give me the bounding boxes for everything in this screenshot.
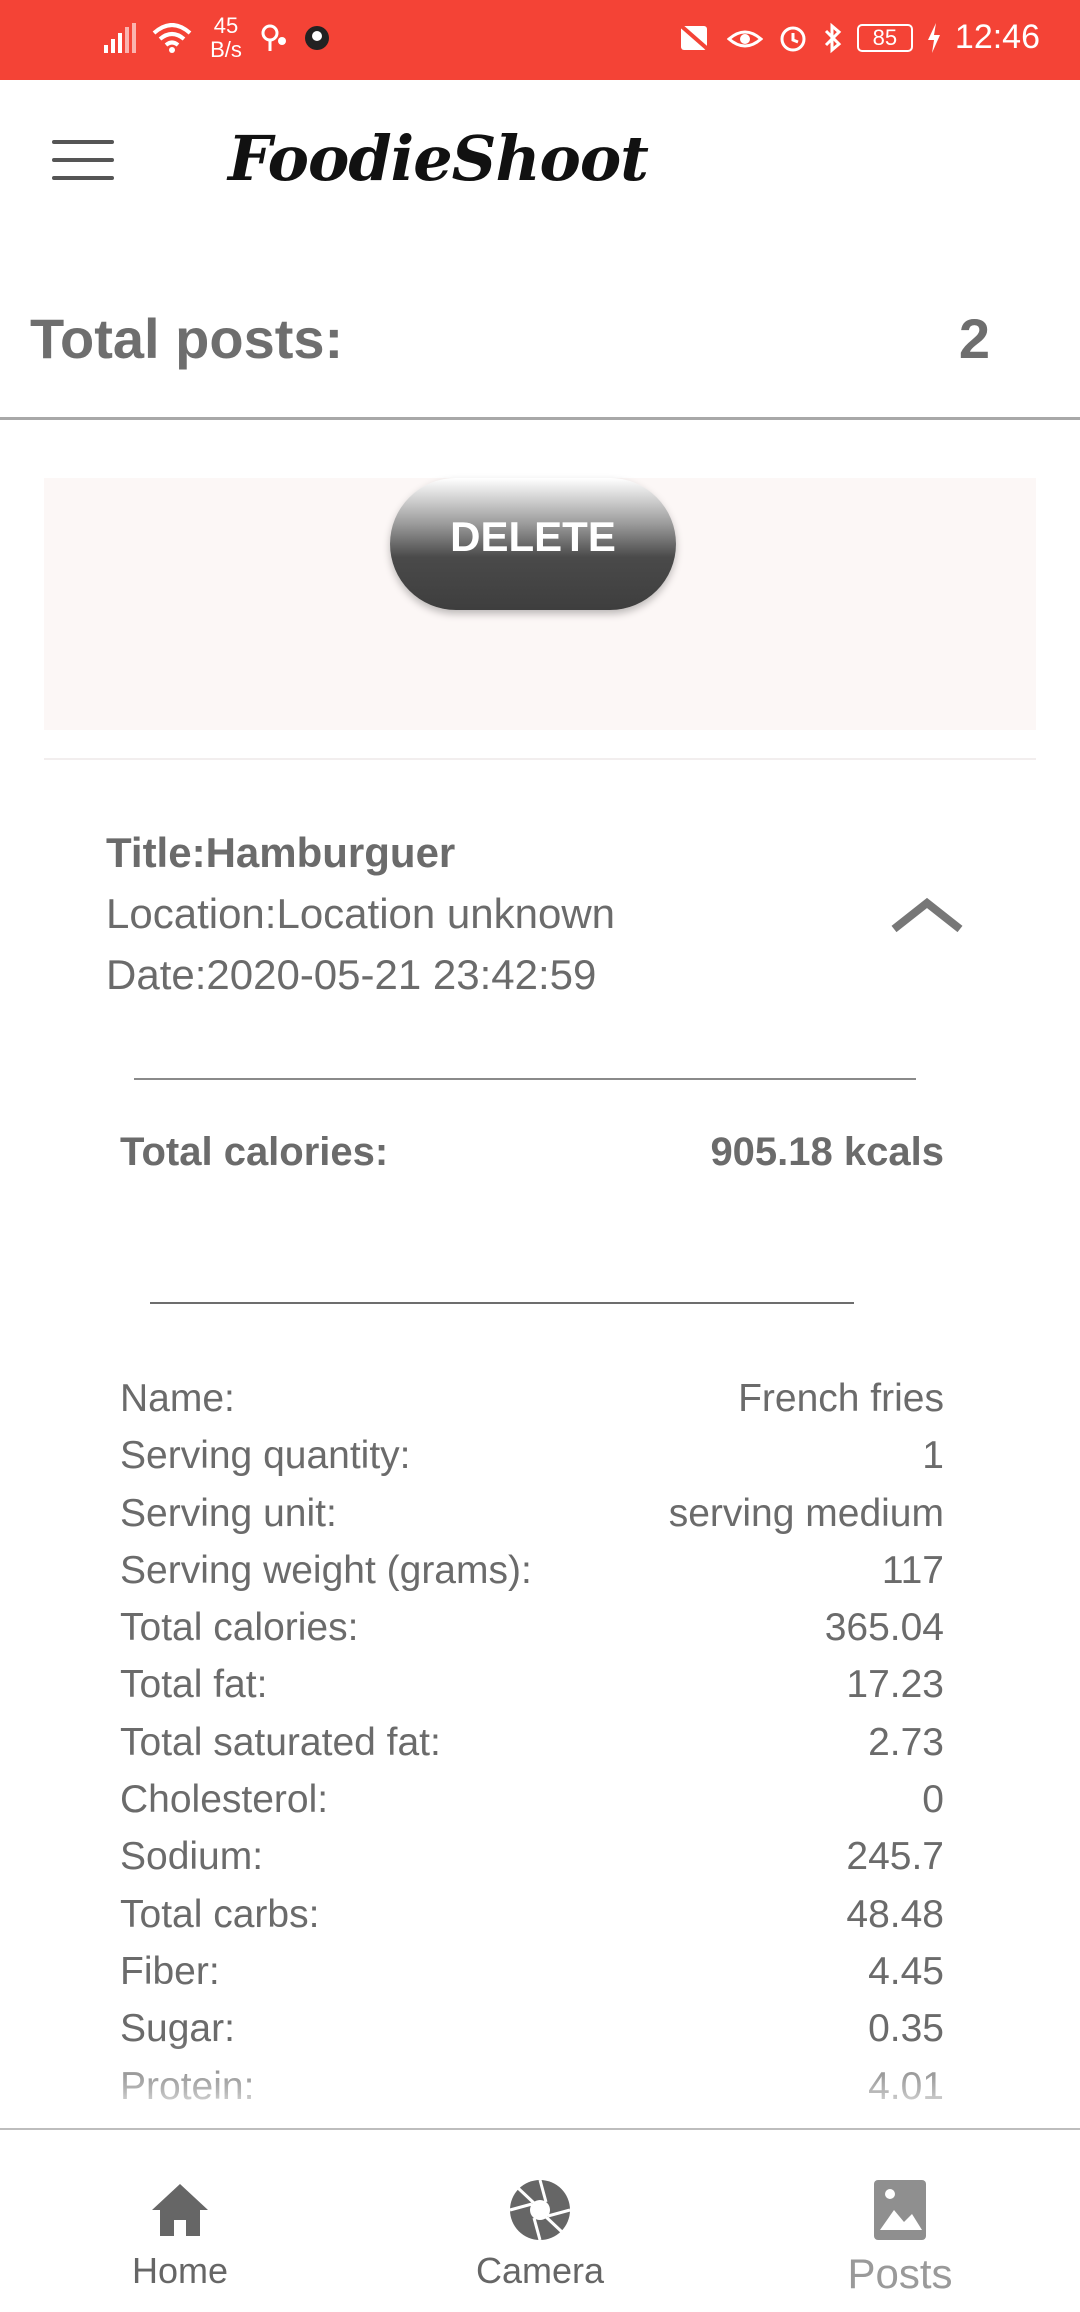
nav-posts[interactable]: Posts [780,2130,1020,2312]
nutrition-row: Total saturated fat: 2.73 [120,1714,944,1771]
nutrition-label: Sodium: [120,1835,264,1879]
scroll-fade [0,2040,1080,2128]
divider [150,1302,854,1304]
post-date: Date:2020-05-21 23:42:59 [106,951,597,998]
nav-camera-label: Camera [475,2250,605,2291]
camera-shutter-icon [508,2178,572,2242]
app-bar: FoodieShoot [0,80,1080,245]
clock: 12:46 [954,18,1040,56]
nutrition-row: Cholesterol: 0 [120,1771,944,1828]
nutrition-label: Serving weight (grams): [120,1548,532,1592]
divider [44,758,1036,760]
nutrition-label: Cholesterol: [120,1778,329,1822]
nutrition-label: Total calories: [120,1606,359,1650]
nutrition-value: 1 [922,1434,944,1478]
nutrition-row: Serving weight (grams): 117 [120,1542,944,1599]
nutrition-label: Name: [120,1377,235,1420]
nutrition-value: 0 [922,1778,944,1822]
nutrition-label: Serving quantity: [120,1434,411,1478]
chevron-up-icon[interactable] [890,895,964,937]
nav-home[interactable]: Home [60,2130,300,2312]
nutrition-value: 4.45 [868,1949,944,1993]
charging-icon [927,22,941,53]
nutrition-value: serving medium [668,1491,944,1535]
post-title: Title:Hamburguer [106,829,456,876]
nutrition-label: Serving unit: [120,1491,337,1535]
nutrition-value: 365.04 [824,1606,944,1650]
eye-comfort-icon [726,23,763,53]
post-location: Location:Location unknown [106,890,616,937]
nutrition-row: Total calories: 365.04 [120,1599,944,1656]
nutrition-value: 2.73 [868,1720,944,1764]
bluetooth-icon [823,22,843,54]
nutrition-value: 117 [881,1548,944,1592]
home-icon [148,2178,212,2242]
nutrition-row: Fiber: 4.45 [120,1943,944,2000]
wifi-icon [152,23,192,53]
net-speed-value: 45 [213,13,239,38]
food-item-details: Name: French fries Serving quantity: 1 Servi… [120,1370,944,2124]
total-calories-label: Total calories: [120,1130,389,1174]
app-logo: FoodieShoot [228,122,649,195]
image-gallery-icon [868,2178,932,2242]
nutrition-value: French fries [738,1377,944,1420]
nutrition-row: Sodium: 245.7 [120,1828,944,1885]
net-speed: 45 B/s [206,14,246,62]
nutrition-value: 17.23 [846,1663,944,1707]
total-posts-row: Total posts: 2 [0,282,1080,420]
nutrition-value: 245.7 [846,1835,944,1879]
total-posts-count: 2 [958,307,990,370]
nutrition-row: Total fat: 17.23 [120,1656,944,1713]
bottom-navigation: Home Camera Posts [0,2128,1080,2312]
nav-camera[interactable]: Camera [420,2130,660,2312]
nutrition-row: Name: French fries [120,1370,944,1427]
app-notification-icon [302,23,332,53]
alarm-icon [777,22,809,54]
location-icon [260,23,288,53]
hamburger-menu-icon[interactable] [52,140,114,182]
nav-posts-label: Posts [847,2250,953,2297]
signal-icon [104,23,138,53]
nutrition-label: Total carbs: [120,1892,320,1936]
no-sim-icon [677,21,713,54]
battery-indicator: 85 [856,23,913,52]
nav-home-label: Home [131,2250,229,2291]
nutrition-row: Serving unit: serving medium [120,1485,944,1542]
status-left: 45 B/s [104,14,332,62]
nutrition-label: Fiber: [120,1949,220,1993]
status-bar: 45 B/s 85 12:46 [0,0,1080,80]
nutrition-label: Total fat: [120,1663,268,1707]
nutrition-row: Serving quantity: 1 [120,1427,944,1484]
nutrition-label: Total saturated fat: [120,1720,441,1764]
delete-panel: DELETE [44,478,1036,730]
post-header[interactable]: Title:Hamburguer Location:Location unkno… [106,822,1006,1005]
divider [134,1078,916,1080]
net-speed-unit: B/s [210,37,242,62]
total-calories-value: 905.18 kcals [710,1130,944,1174]
delete-button[interactable]: DELETE [390,478,676,610]
nutrition-value: 48.48 [846,1892,944,1936]
total-posts-label: Total posts: [30,307,344,370]
nutrition-row: Total carbs: 48.48 [120,1886,944,1943]
status-right: 85 12:46 [677,18,1040,57]
